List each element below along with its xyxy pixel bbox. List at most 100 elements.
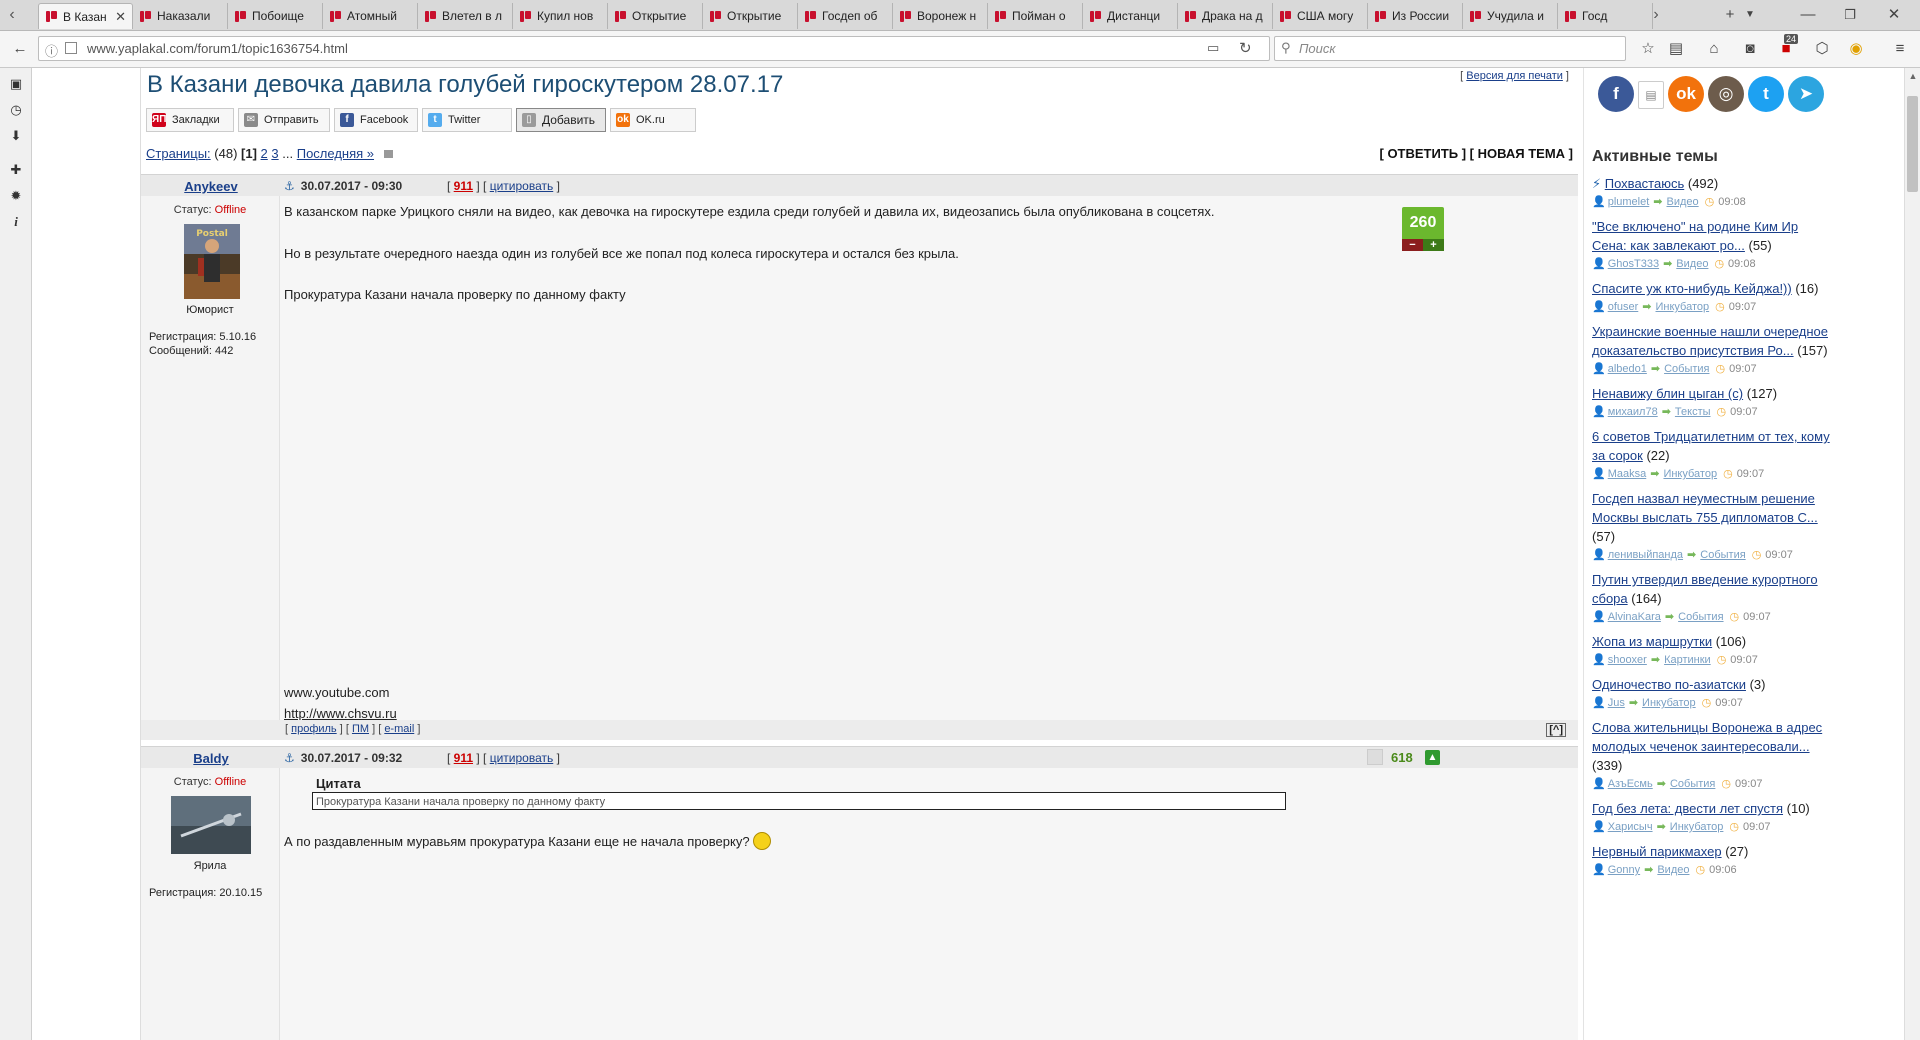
topic-user-link[interactable]: shooxer [1608,654,1647,666]
rate-minus-button[interactable]: − [1402,239,1423,251]
scroll-thumb[interactable] [1907,96,1918,192]
topic-user-link[interactable]: Харисыч [1608,821,1653,833]
browser-tab[interactable]: Учудила и [1463,3,1558,29]
active-topic-link[interactable]: Жопа из маршрутки [1592,634,1712,649]
scroll-top-button[interactable]: [^] [1546,723,1566,737]
history-clock-icon[interactable]: ◷ [8,102,24,118]
active-topic-link[interactable]: 6 советов Тридцатилетним от тех, кому за… [1592,429,1830,463]
tab-scroll-left-icon[interactable]: ‹ [2,4,22,26]
restore-window-icon[interactable]: ❐ [1838,4,1862,26]
browser-tab[interactable]: Наказали [133,3,228,29]
active-topic-link[interactable]: Похвастаюсь [1605,176,1684,191]
topic-category-link[interactable]: Видео [1667,196,1699,208]
reload-icon[interactable]: ↻ [1239,39,1252,57]
pm-link[interactable]: ПМ [352,723,369,735]
telegram-icon[interactable]: ➤ [1788,76,1824,112]
topic-user-link[interactable]: михаил78 [1608,406,1658,418]
shield-extension-icon[interactable]: ⬡ [1812,39,1832,59]
active-topic-link[interactable]: Ненавижу блин цыган (с) [1592,386,1743,401]
close-window-icon[interactable]: ✕ [1882,4,1906,26]
post-author-link[interactable]: Anykeev [141,179,281,194]
back-arrow-icon[interactable]: ← [10,39,30,59]
topic-category-link[interactable]: Инкубатор [1670,821,1724,833]
browser-tab[interactable]: Открытие [608,3,703,29]
active-topic-link[interactable]: Нервный парикмахер [1592,844,1722,859]
topic-category-link[interactable]: Тексты [1675,406,1711,418]
browser-tab[interactable]: Драка на д [1178,3,1273,29]
address-bar[interactable]: ⓘ www.yaplakal.com/forum1/topic1636754.h… [38,36,1270,61]
topic-user-link[interactable]: GhosT333 [1608,258,1659,270]
last-page-link[interactable]: Последняя » [297,146,374,161]
bookmark-panel-icon[interactable]: ▣ [8,76,24,92]
page-3-link[interactable]: 3 [271,146,278,161]
browser-tab[interactable]: Влетел в л [418,3,513,29]
quote-link[interactable]: цитировать [490,179,554,193]
active-topic-link[interactable]: Украинские военные нашли очередное доказ… [1592,324,1828,358]
download-arrow-icon[interactable]: ⬇ [8,128,24,144]
new-tab-icon[interactable]: + [1720,4,1740,26]
bookmark-star-icon[interactable]: ☆ [1638,39,1658,59]
addons-puzzle-icon[interactable]: ✚ [8,162,24,178]
browser-tab[interactable]: Воронеж н [893,3,988,29]
url-text[interactable]: www.yaplakal.com/forum1/topic1636754.htm… [87,41,348,56]
tab-close-icon[interactable]: ✕ [115,9,126,25]
topic-user-link[interactable]: albedo1 [1608,363,1647,375]
browser-tab[interactable]: Из России [1368,3,1463,29]
avatar[interactable]: Postal [184,224,240,299]
topic-category-link[interactable]: Видео [1657,864,1689,876]
scroll-up-arrow-icon[interactable]: ▲ [1905,68,1920,84]
browser-tab[interactable]: Пойман о [988,3,1083,29]
browser-tab[interactable]: Открытие [703,3,798,29]
active-topic-link[interactable]: Госдеп назвал неуместным решение Москвы … [1592,491,1818,525]
minimize-window-icon[interactable]: — [1796,4,1820,26]
anchor-icon[interactable]: ⚓ [284,751,295,765]
share-button[interactable]: t Twitter [422,108,512,132]
topic-user-link[interactable]: АзъЕсмь [1608,778,1653,790]
topic-category-link[interactable]: События [1678,611,1723,623]
rate-up-icon[interactable]: ▲ [1425,750,1440,765]
post-number-link[interactable]: 911 [454,751,473,765]
browser-tab[interactable]: Дистанци [1083,3,1178,29]
settings-gear-icon[interactable]: ✹ [8,188,24,204]
topic-category-link[interactable]: Инкубатор [1656,301,1710,313]
topic-category-link[interactable]: События [1670,778,1715,790]
active-topic-link[interactable]: Спасите уж кто-нибудь Кейджа!)) [1592,281,1792,296]
tab-active[interactable]: В Казан ✕ [38,3,133,29]
page-2-link[interactable]: 2 [261,146,268,161]
browser-tab[interactable]: Атомный [323,3,418,29]
quote-link[interactable]: цитировать [490,751,554,765]
anchor-icon[interactable]: ⚓ [284,179,295,193]
odnoklassniki-icon[interactable]: ok [1668,76,1704,112]
topic-user-link[interactable]: Gonny [1608,864,1640,876]
home-icon[interactable]: ⌂ [1704,39,1724,59]
rss-icon[interactable] [383,150,393,158]
avatar[interactable] [171,796,251,854]
active-topic-link[interactable]: Слова жительницы Воронежа в адрес молоды… [1592,720,1822,754]
search-input[interactable]: ⚲ Поиск [1274,36,1626,61]
source-link[interactable]: http://www.chsvu.ru [284,706,397,721]
pocket-icon[interactable]: ◙ [1740,39,1760,59]
share-button[interactable]: f Facebook [334,108,418,132]
topic-category-link[interactable]: События [1664,363,1709,375]
topic-user-link[interactable]: plumelet [1608,196,1650,208]
new-topic-button[interactable]: НОВАЯ ТЕМА [1478,146,1565,161]
post-author-link[interactable]: Baldy [141,751,281,766]
facebook-icon[interactable]: f [1598,76,1634,112]
print-version-link[interactable]: [ Версия для печати ] [1460,70,1569,82]
email-link[interactable]: e-mail [384,723,414,735]
page-scrollbar[interactable]: ▲ [1904,68,1920,1040]
post-number-link[interactable]: 911 [454,179,473,193]
topic-category-link[interactable]: Видео [1676,258,1708,270]
tab-scroll-right-icon[interactable]: › [1646,4,1666,26]
topic-category-link[interactable]: Инкубатор [1642,697,1696,709]
active-topic-link[interactable]: Одиночество по-азиатски [1592,677,1746,692]
tab-list-chevron-down-icon[interactable]: ▼ [1742,4,1758,26]
color-extension-icon[interactable]: ◉ [1846,39,1866,59]
menu-hamburger-icon[interactable]: ≡ [1890,39,1910,59]
pages-label-link[interactable]: Страницы: [146,146,211,161]
twitter-icon[interactable]: t [1748,76,1784,112]
share-button[interactable]: ✉ Отправить [238,108,330,132]
active-topic-link[interactable]: Год без лета: двести лет спустя [1592,801,1783,816]
browser-tab[interactable]: Госд [1558,3,1653,29]
info-icon[interactable]: i [8,214,24,230]
